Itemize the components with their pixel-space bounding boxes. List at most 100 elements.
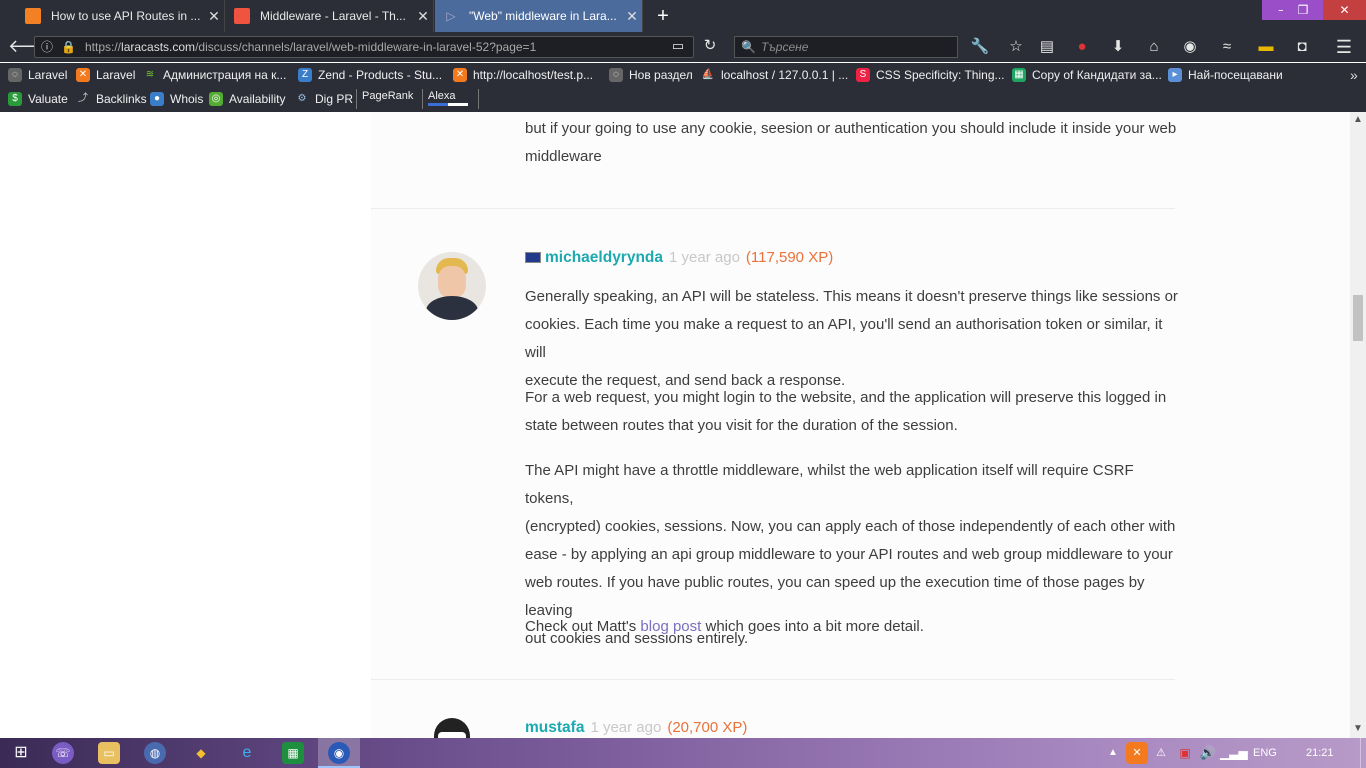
new-tab-button[interactable]: + <box>652 4 674 28</box>
bookmark-star-icon[interactable]: ☆ <box>1006 38 1026 56</box>
stackoverflow-icon <box>25 8 41 24</box>
reload-icon[interactable]: ↻ <box>700 37 720 55</box>
xampp-tray-icon[interactable]: ✕ <box>1126 742 1148 764</box>
toolbar-divider <box>478 89 479 109</box>
scroll-thumb[interactable] <box>1353 295 1363 341</box>
scroll-down-arrow-icon[interactable]: ▼ <box>1353 723 1363 735</box>
language-indicator[interactable]: ENG <box>1253 738 1277 768</box>
url-path: /discuss/channels/laravel/web-middleware… <box>195 40 537 54</box>
network-globe-icon[interactable]: ◍ <box>144 742 166 764</box>
tool-availability[interactable]: ◎ Availability <box>209 87 285 111</box>
phpmyadmin-icon: ⛵ <box>701 69 715 80</box>
globe-icon: ● <box>150 92 164 106</box>
tab-title: How to use API Routes in ... <box>51 9 201 23</box>
vertical-scrollbar[interactable]: ▲ ▼ <box>1350 112 1366 738</box>
viber-icon[interactable]: ☏ <box>52 742 74 764</box>
scroll-up-arrow-icon[interactable]: ▲ <box>1353 114 1363 126</box>
bookmark-most-visited[interactable]: ▸ Най-посещавани <box>1168 63 1283 87</box>
close-window-button[interactable]: ✕ <box>1323 0 1366 20</box>
record-icon[interactable]: ● <box>1072 38 1092 56</box>
search-placeholder: Търсене <box>761 40 809 54</box>
tool-pagerank[interactable]: PageRank <box>362 84 413 108</box>
excel-icon[interactable]: ▦ <box>282 742 304 764</box>
bookmark-laravel-1[interactable]: ◌ Laravel <box>8 63 67 87</box>
ruler-icon[interactable]: ▬ <box>1256 38 1276 56</box>
tab-api-routes[interactable]: How to use API Routes in ... ✕ <box>17 0 225 32</box>
info-icon[interactable]: ⓘ <box>41 37 53 57</box>
bookmark-new-tab[interactable]: ◌ Нов раздел <box>609 63 693 87</box>
back-arrow-icon[interactable]: 🡐 <box>8 37 56 55</box>
username-link[interactable]: mustafa <box>525 719 584 736</box>
alexa-rank-bar <box>428 103 468 106</box>
url-domain: laracasts.com <box>121 40 196 54</box>
avatar-face <box>438 266 466 298</box>
extension-icon[interactable]: ≈ <box>1217 38 1237 56</box>
close-icon[interactable]: ✕ <box>413 8 433 25</box>
restore-button[interactable]: ❐ <box>1283 0 1323 20</box>
navigation-toolbar: 🡐 ⓘ 🔒 https://laracasts.com/discuss/chan… <box>0 32 1366 62</box>
clock[interactable]: 21:21 <box>1306 738 1334 768</box>
address-bar[interactable]: ⓘ 🔒 https://laracasts.com/discuss/channe… <box>34 36 694 58</box>
folder-icon: ▸ <box>1168 68 1182 82</box>
menu-icon[interactable]: ☰ <box>1334 38 1354 56</box>
reply-time[interactable]: 1 year ago <box>669 249 740 266</box>
close-icon[interactable]: ✕ <box>622 8 642 25</box>
more-bookmarks-icon[interactable]: » <box>1350 63 1358 87</box>
toolbar-divider <box>356 89 357 109</box>
wifi-signal-icon[interactable]: ▁▃▅ <box>1220 742 1248 764</box>
tray-expand-icon[interactable]: ▲ <box>1102 742 1124 764</box>
tool-backlinks[interactable]: ⤴ Backlinks <box>76 87 147 111</box>
tab-web-middleware[interactable]: ▷ "Web" middleware in Lara... ✕ <box>435 0 643 32</box>
store-icon[interactable]: ◆ <box>190 742 212 764</box>
file-explorer-icon[interactable]: ▭ <box>98 742 120 764</box>
css-tricks-icon: S <box>856 68 870 82</box>
reply-time[interactable]: 1 year ago <box>590 719 661 736</box>
bookmark-label: Нов раздел <box>629 68 693 82</box>
text-span: Check out Matt's <box>525 618 641 635</box>
bookmark-label: http://localhost/test.p... <box>473 68 594 82</box>
text-line: middleware <box>525 148 602 165</box>
close-icon[interactable]: ✕ <box>204 8 224 25</box>
xampp-icon: ✕ <box>76 68 90 82</box>
wrench-icon[interactable]: 🔧 <box>970 38 990 56</box>
page-content: but if your going to use any cookie, see… <box>0 112 1350 738</box>
bookmark-label: Laravel <box>96 68 136 82</box>
bookmark-phpmyadmin[interactable]: ⛵ localhost / 127.0.0.1 | ... <box>701 63 848 87</box>
bookmark-laravel-2[interactable]: ✕ Laravel <box>76 63 135 87</box>
internet-explorer-icon[interactable]: e <box>236 742 258 764</box>
download-icon[interactable]: ⬇ <box>1108 38 1128 56</box>
username-link[interactable]: michaeldyrynda <box>545 249 663 266</box>
network-error-icon[interactable]: ⚠ <box>1150 742 1172 764</box>
tool-whois[interactable]: ● Whois <box>150 87 203 111</box>
bookmark-candidates[interactable]: ▦ Copy of Кандидати за... <box>1012 63 1162 87</box>
windows-start-icon[interactable]: ⊞ <box>10 742 32 764</box>
bookmark-localhost-test[interactable]: ✕ http://localhost/test.p... <box>453 63 593 87</box>
australia-flag-icon <box>525 252 541 263</box>
reader-view-icon[interactable]: ▭ <box>668 37 688 55</box>
firefox-taskbar-button[interactable]: ◉ <box>318 738 360 768</box>
volume-icon[interactable]: 🔊 <box>1197 742 1219 764</box>
bookmark-css-specificity[interactable]: S CSS Specificity: Thing... <box>856 63 1005 87</box>
show-desktop-button[interactable] <box>1360 738 1366 768</box>
library-icon[interactable]: ▤ <box>1037 38 1057 56</box>
globe-icon[interactable]: ◉ <box>1180 38 1200 56</box>
search-icon: 🔍 <box>741 40 756 54</box>
blog-post-link[interactable]: blog post <box>640 618 701 635</box>
antivirus-icon[interactable]: ▣ <box>1174 742 1196 764</box>
tab-middleware-laravel[interactable]: Middleware - Laravel - Th... ✕ <box>226 0 434 32</box>
bookmark-label: localhost / 127.0.0.1 | ... <box>721 68 849 82</box>
reply-header: mustafa 1 year ago (20,700 XP) <box>525 717 747 738</box>
avatar[interactable] <box>418 252 486 320</box>
tool-dig-pr[interactable]: ⚙ Dig PR <box>295 87 354 111</box>
search-input[interactable]: 🔍 Търсене <box>734 36 958 58</box>
tool-label: Dig PR <box>315 92 354 106</box>
magnifier-icon: ◎ <box>209 92 223 106</box>
network-icon: ⚙ <box>297 93 307 104</box>
tool-valuate[interactable]: $ Valuate <box>8 87 68 111</box>
bookmark-admin[interactable]: ≋ Администрация на к... <box>143 63 287 87</box>
tool-label: Whois <box>170 92 204 106</box>
text-line: For a web request, you might login to th… <box>525 389 1167 406</box>
home-icon[interactable]: ⌂ <box>1144 38 1164 56</box>
globe-icon: ◌ <box>609 68 623 82</box>
pocket-icon[interactable]: ◘ <box>1292 38 1312 56</box>
